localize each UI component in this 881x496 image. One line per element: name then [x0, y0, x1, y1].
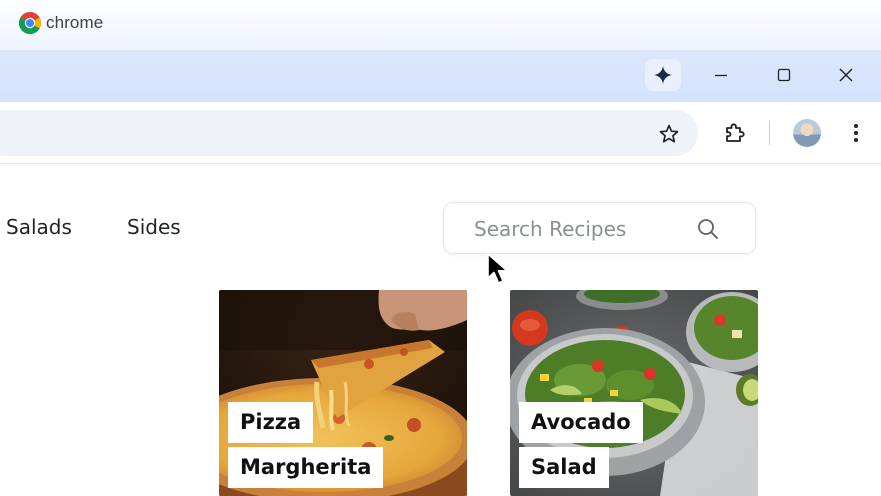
search-icon[interactable]: [696, 217, 720, 241]
recipe-title-line2: Margherita: [228, 447, 384, 488]
brand-name: chrome: [46, 13, 104, 32]
chrome-logo-icon: [19, 12, 41, 34]
title-bar: [0, 50, 881, 102]
gemini-button[interactable]: [645, 59, 681, 91]
bookmark-button[interactable]: [654, 119, 684, 149]
nav-link-salads[interactable]: Salads: [6, 215, 72, 239]
maximize-button[interactable]: [769, 62, 799, 88]
recipe-card-pizza[interactable]: Pizza Margherita: [219, 290, 467, 496]
recipe-title-line2: Salad: [519, 447, 609, 488]
recipe-title-line1: Pizza: [228, 402, 314, 443]
minimize-button[interactable]: [706, 62, 736, 88]
close-button[interactable]: [831, 62, 861, 88]
address-bar[interactable]: [0, 110, 698, 156]
mouse-cursor-icon: [487, 253, 508, 284]
more-vert-icon: [854, 124, 858, 142]
search-box[interactable]: [443, 202, 756, 254]
browser-window: chrome Salads Sides Search Recipes Pizza…: [0, 0, 881, 496]
search-input[interactable]: [474, 216, 694, 242]
maximize-icon: [777, 68, 791, 82]
minimize-icon: [715, 74, 727, 77]
star-icon: [659, 124, 679, 143]
menu-button[interactable]: [842, 119, 870, 147]
recipe-title-line1: Avocado: [519, 402, 643, 443]
nav-link-sides[interactable]: Sides: [127, 215, 181, 239]
recipe-card-avocado-salad[interactable]: Avocado Salad: [510, 290, 758, 496]
toolbar-divider: [769, 121, 770, 145]
sparkle-icon: [654, 66, 672, 84]
puzzle-icon: [726, 123, 745, 142]
close-icon: [839, 68, 853, 82]
brand-strip: [0, 0, 881, 50]
extensions-button[interactable]: [719, 117, 751, 149]
avatar[interactable]: [793, 119, 821, 147]
